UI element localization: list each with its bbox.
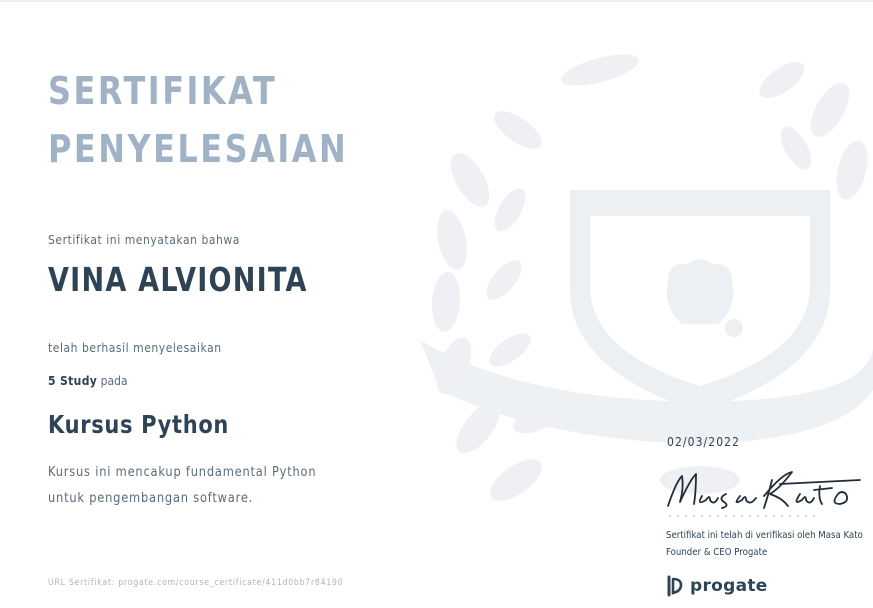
course-description: Kursus ini mencakup fundamental Python u… <box>48 460 316 512</box>
brand-name: progate <box>690 576 768 596</box>
recipient-name: VINA ALVIONITA <box>48 260 308 299</box>
top-border <box>0 0 873 2</box>
study-count: 5 Study <box>48 374 98 388</box>
title-line-1: SERTIFIKAT <box>48 69 278 113</box>
issue-date: 02/03/2022 <box>667 435 741 449</box>
certificate-page: SERTIFIKAT PENYELESAIAN Sertifikat ini m… <box>0 0 873 608</box>
signature-image <box>667 471 861 517</box>
course-name: Kursus Python <box>48 410 230 439</box>
course-description-line-2: untuk pengembangan software. <box>48 491 254 506</box>
study-line: 5 Study pada <box>48 374 128 388</box>
title-line-2: PENYELESAIAN <box>48 127 349 171</box>
laurel-crest-watermark-icon <box>420 54 873 501</box>
course-description-line-1: Kursus ini mencakup fundamental Python <box>48 465 317 480</box>
signer-role: Founder & CEO Progate <box>666 547 768 558</box>
verification-note: Sertifikat ini telah di verifikasi oleh … <box>666 527 863 561</box>
study-suffix: pada <box>100 374 128 388</box>
certificate-title: SERTIFIKAT PENYELESAIAN <box>48 62 348 178</box>
completed-text: telah berhasil menyelesaikan <box>48 341 222 355</box>
certificate-url[interactable]: URL Sertifikat: progate.com/course_certi… <box>48 578 343 588</box>
progate-logo-icon <box>667 575 683 597</box>
progate-logo: progate <box>666 573 768 599</box>
verified-by: Sertifikat ini telah di verifikasi oleh … <box>666 530 863 541</box>
intro-text: Sertifikat ini menyatakan bahwa <box>48 233 240 247</box>
